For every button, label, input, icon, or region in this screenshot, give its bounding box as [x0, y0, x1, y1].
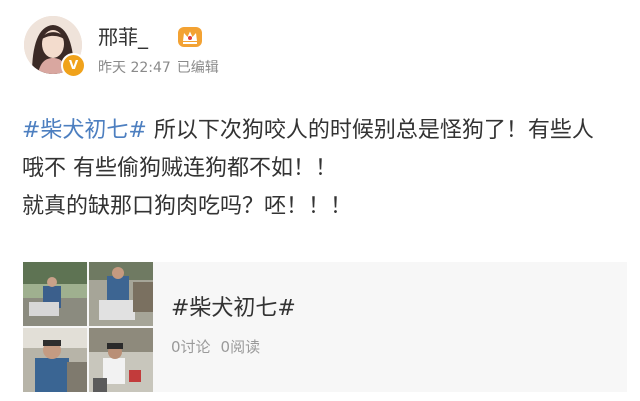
weibo-post: V 邢菲_ 昨天 22:47 已编辑 #柴犬初七# 所以下次狗咬人的时候别总是怪狗…: [0, 0, 640, 401]
username[interactable]: 邢菲_: [98, 24, 148, 50]
topic-card-stats: 0讨论 0阅读: [171, 337, 270, 357]
thumbnail-image: [89, 262, 153, 326]
post-content: #柴犬初七# 所以下次狗咬人的时候别总是怪狗了！有些人 哦不 有些偷狗贼连狗都不…: [22, 112, 622, 226]
post-meta: 昨天 22:47 已编辑: [98, 58, 225, 78]
topic-card-title[interactable]: #柴犬初七#: [171, 294, 296, 324]
post-time[interactable]: 昨天 22:47: [98, 60, 171, 76]
post-text-line3: 就真的缺那口狗肉吃吗？呸！！！: [22, 194, 353, 219]
thumbnail-image: [23, 328, 87, 392]
verified-badge-icon: V: [61, 53, 86, 78]
thumbnail-image: [89, 328, 153, 392]
thumbnail-image: [23, 262, 87, 326]
discussion-count: 0讨论: [171, 338, 211, 356]
topic-link[interactable]: #柴犬初七#: [22, 118, 147, 143]
topic-card[interactable]: #柴犬初七# 0讨论 0阅读: [23, 262, 627, 392]
read-count: 0阅读: [220, 338, 261, 356]
topic-card-thumbnails: [23, 262, 153, 392]
crown-badge-icon[interactable]: [176, 24, 204, 50]
edited-label: 已编辑: [176, 60, 219, 76]
